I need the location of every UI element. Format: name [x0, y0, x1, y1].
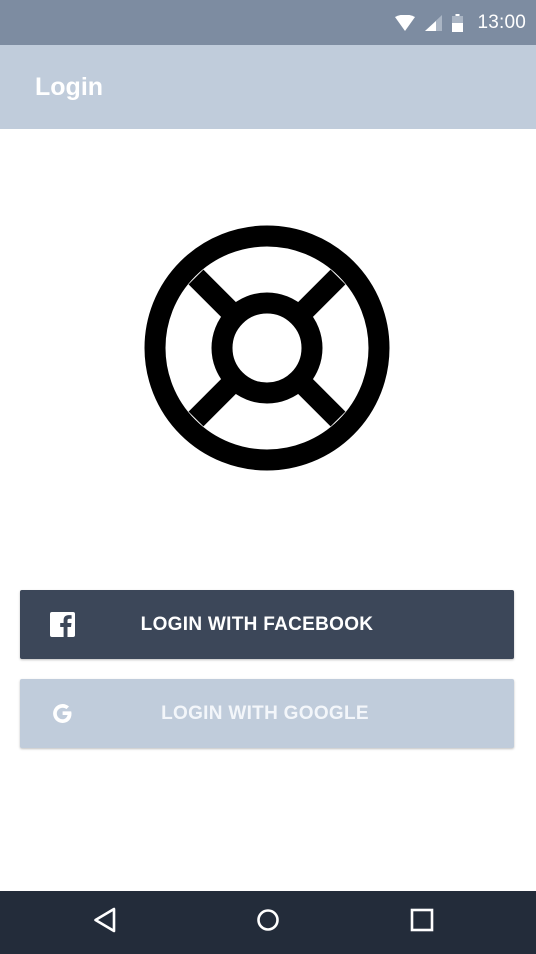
wifi-icon — [395, 14, 416, 31]
recents-button[interactable] — [392, 891, 452, 954]
cell-signal-icon — [425, 14, 443, 31]
login-with-google-button[interactable]: LOGIN WITH GOOGLE — [20, 679, 514, 748]
facebook-button-label: LOGIN WITH FACEBOOK — [140, 614, 374, 635]
status-bar: 13:00 — [0, 0, 536, 45]
home-button[interactable] — [238, 891, 298, 954]
login-screen: 13:00 Login LOGIN WITH FACEBOOK LOGIN WI… — [0, 0, 536, 954]
home-icon — [256, 908, 280, 937]
login-with-facebook-button[interactable]: LOGIN WITH FACEBOOK — [20, 590, 514, 659]
recents-icon — [410, 908, 434, 937]
app-bar: Login — [0, 45, 536, 129]
navigation-bar — [0, 891, 536, 954]
status-icons: 13:00 — [395, 0, 526, 45]
google-button-label: LOGIN WITH GOOGLE — [161, 703, 369, 724]
back-button[interactable] — [75, 891, 135, 954]
back-icon — [93, 907, 117, 938]
status-time: 13:00 — [477, 11, 526, 33]
page-title: Login — [35, 73, 104, 101]
lifebuoy-icon — [144, 225, 390, 471]
battery-icon — [452, 13, 464, 32]
